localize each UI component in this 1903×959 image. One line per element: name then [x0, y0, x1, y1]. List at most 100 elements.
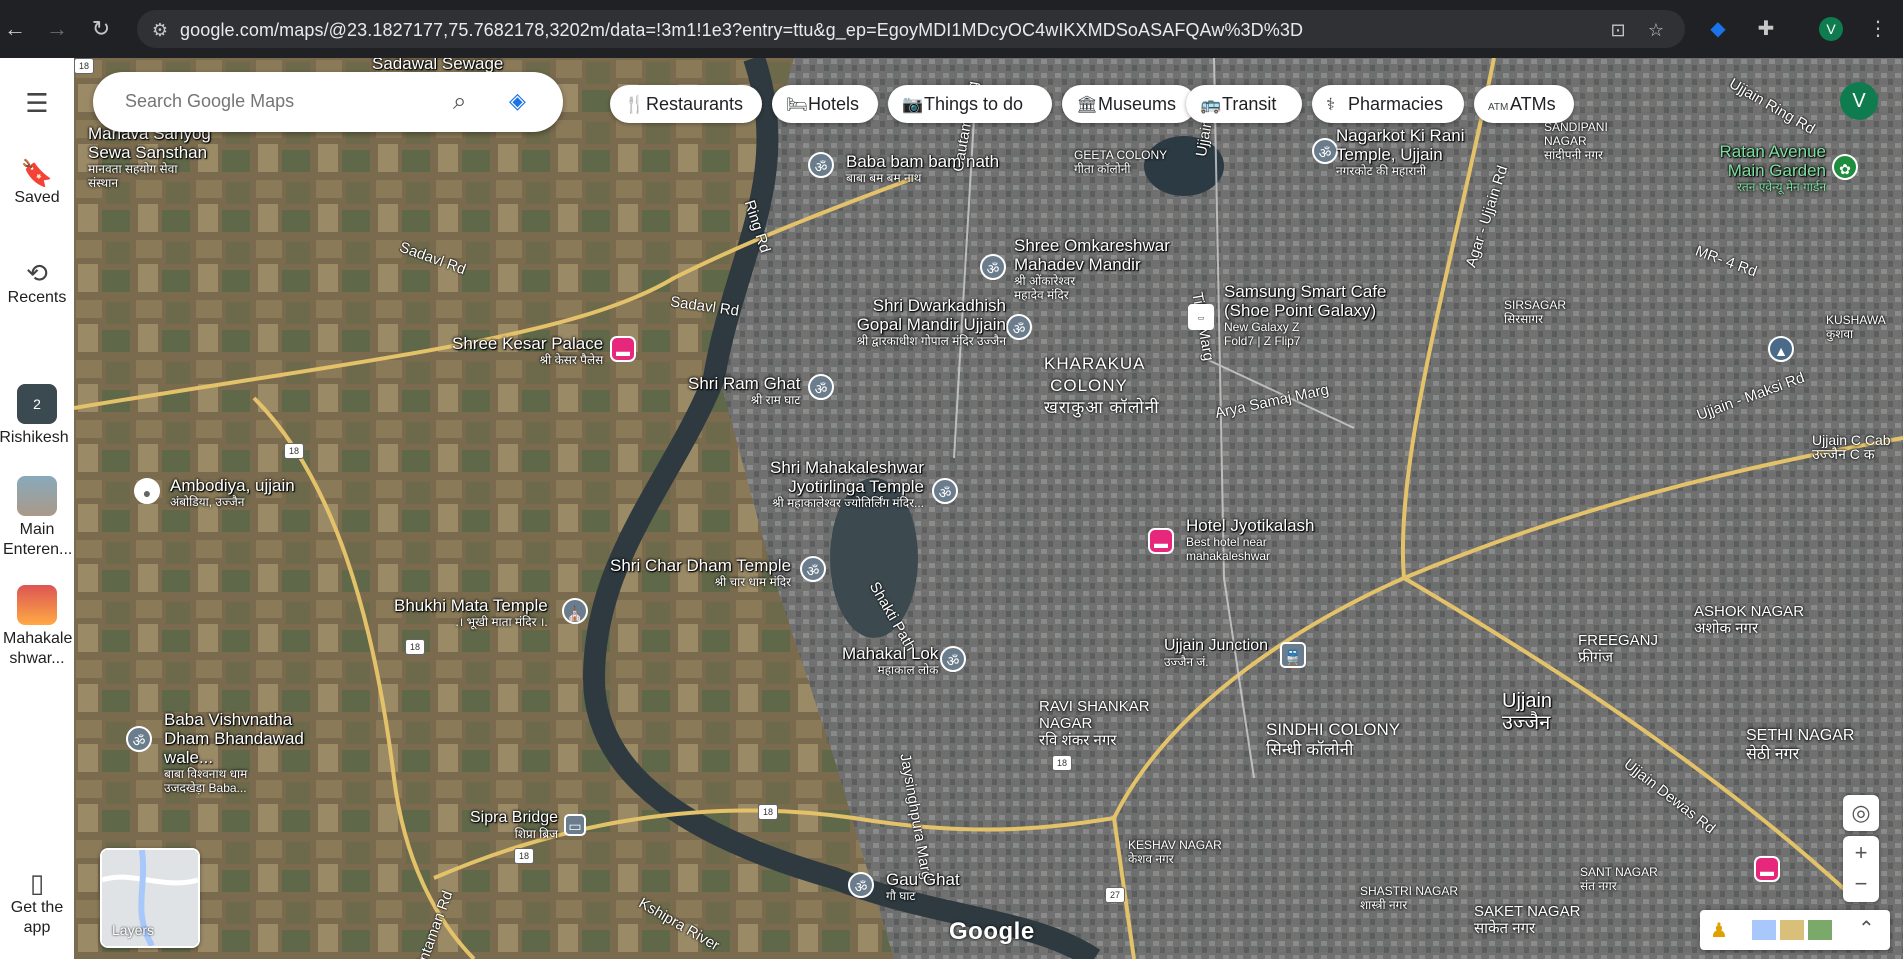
temple-pin-icon[interactable]: ॐ	[932, 478, 958, 504]
temple-pin-icon[interactable]: ॐ	[980, 254, 1006, 280]
city-label-ujjain: Ujjain उज्जैन	[1502, 690, 1553, 734]
area-label: RAVI SHANKAR NAGAR रवि शंकर नगर	[1039, 698, 1150, 749]
browser-profile-avatar[interactable]: V	[1819, 17, 1843, 41]
route-shield: 27	[1105, 887, 1125, 903]
hotel-pin-icon[interactable]: ▬	[1754, 856, 1780, 882]
google-logo: Google	[949, 918, 1035, 945]
recent-thumb	[17, 585, 57, 625]
place-label[interactable]: Sadawal Sewage	[372, 58, 503, 73]
camera-icon: 📷	[902, 95, 924, 114]
directions-icon[interactable]: ◈	[509, 88, 537, 116]
train-pin-icon[interactable]: 🚆	[1280, 642, 1306, 668]
phone-icon: ▯	[29, 868, 45, 898]
bookmark-star-icon[interactable]: ☆	[1645, 19, 1667, 41]
place-label[interactable]: Samsung Smart Cafe (Shoe Point Galaxy) Ne…	[1224, 282, 1404, 348]
chip-museums[interactable]: 🏛Museums	[1062, 85, 1196, 123]
store-pin-icon[interactable]: ▭	[1188, 304, 1214, 330]
bridge-pin-icon[interactable]: ▭	[564, 814, 586, 836]
atm-icon: ATM	[1488, 102, 1509, 113]
search-input[interactable]	[123, 90, 427, 113]
place-label[interactable]: Manava Sahyog Sewa Sansthan मानवता सहयोग …	[88, 124, 238, 190]
place-label[interactable]: Ratan Avenue Main Garden रतन एवेन्यू मेन …	[1706, 142, 1827, 194]
place-label[interactable]: Ambodiya, ujjain अंबोडिया, उज्जैन	[170, 476, 295, 509]
hotel-pin-icon[interactable]: ▬	[610, 336, 636, 362]
temple-pin-icon[interactable]: ॐ	[808, 152, 834, 178]
temple-pin-icon[interactable]: ॐ	[1006, 314, 1032, 340]
place-label[interactable]: Shri Mahakaleshwar Jyotirlinga Temple श्र…	[744, 458, 924, 510]
install-app-icon[interactable]: ⊡	[1607, 19, 1629, 41]
left-rail: ☰ 🔖 Saved ⟲ Recents 2 Rishikesh Main Ent…	[0, 58, 74, 959]
place-label[interactable]: Bhukhi Mata Temple .। भूखी माता मंदिर ।.	[394, 596, 548, 629]
place-label[interactable]: Nagarkot Ki Rani Temple, Ujjain नगरकोट की…	[1336, 126, 1486, 178]
more-menu-icon[interactable]: ⋮	[1864, 15, 1892, 43]
site-settings-icon[interactable]: ⚙	[149, 19, 171, 41]
extensions-puzzle-icon[interactable]: ✚	[1752, 15, 1780, 43]
recent-item-rishikesh[interactable]: 2 Rishikesh	[0, 384, 74, 448]
chip-pharmacies[interactable]: ⚕ Pharmacies	[1312, 85, 1464, 123]
back-arrow-icon[interactable]: ←	[0, 14, 30, 44]
place-label[interactable]: Baba Vishvnatha Dham Bhandawad wale... बा…	[164, 710, 334, 795]
place-label[interactable]: Baba bam bam nath बाबा बम बम नाथ	[846, 152, 999, 185]
place-label[interactable]: Gau Ghat गौ घाट	[886, 870, 960, 903]
temple-pin-icon[interactable]: ॐ	[1312, 138, 1338, 164]
chip-hotels[interactable]: 🛏Hotels	[772, 85, 878, 123]
area-label: SAKET NAGAR साकेत नगर	[1474, 903, 1581, 937]
temple-pin-icon[interactable]: ॐ	[940, 646, 966, 672]
place-label[interactable]: Shri Ram Ghat श्री राम घाट	[688, 374, 800, 407]
layers-button[interactable]: Layers	[100, 848, 200, 948]
place-label[interactable]: Hotel Jyotikalash Best hotel near mahakal…	[1186, 516, 1315, 563]
area-label: SINDHI COLONY सिन्धी कॉलोनी	[1266, 720, 1401, 759]
hotel-pin-icon[interactable]: ▬	[1148, 528, 1174, 554]
temple-pin-icon[interactable]: ॐ	[800, 556, 826, 582]
satellite-thumb[interactable]	[1808, 920, 1832, 940]
pharmacy-icon: ⚕	[1326, 95, 1336, 114]
address-bar[interactable]: ⚙ google.com/maps/@23.1827177,75.7682178…	[137, 10, 1685, 48]
museum-icon: 🏛	[1076, 95, 1098, 114]
place-label[interactable]: Shri Dwarkadhish Gopal Mandir Ujjain श्री…	[856, 296, 1006, 348]
my-location-icon[interactable]: ◎	[1843, 795, 1879, 831]
temple-pin-icon[interactable]: ॐ	[808, 374, 834, 400]
menu-icon[interactable]: ☰	[0, 88, 74, 118]
area-label: ASHOK NAGAR अशोक नगर	[1694, 603, 1805, 637]
satellite-map[interactable]: KHARAKUA COLONY खराकुआ कॉलोनी GEETA COLO…	[74, 58, 1903, 959]
area-label: Ujjain C Cab उज्जैन C क	[1812, 432, 1891, 462]
reload-icon[interactable]: ↻	[86, 14, 116, 44]
chip-things-to-do[interactable]: 📷Things to do	[888, 85, 1052, 123]
pegman-icon[interactable]: ♟	[1710, 918, 1728, 943]
recents-button[interactable]: ⟲ Recents	[0, 258, 74, 308]
area-label: SHASTRI NAGAR शास्त्री नगर	[1360, 884, 1459, 912]
location-pin-icon[interactable]: ●	[134, 478, 160, 504]
recent-item-main-enterence[interactable]: Main Enteren...	[0, 476, 74, 560]
place-label[interactable]: Ujjain Junction उज्जैन जं.	[1164, 636, 1268, 669]
search-icon[interactable]: ⌕	[453, 88, 466, 116]
place-label[interactable]: Shree Omkareshwar Mahadev Mandir श्री ओंक…	[1014, 236, 1189, 302]
chip-transit[interactable]: 🚌Transit	[1186, 85, 1302, 123]
forward-arrow-icon[interactable]: →	[42, 14, 72, 44]
fork-knife-icon: 🍴	[624, 95, 646, 114]
recent-item-mahakaleshwar[interactable]: Mahakale shwar...	[0, 585, 74, 669]
park-pin-icon[interactable]: ✿	[1832, 154, 1858, 180]
temple-pin-icon[interactable]: ⛪	[562, 598, 588, 624]
chip-restaurants[interactable]: 🍴Restaurants	[610, 85, 762, 123]
extension-icon[interactable]: ◆	[1704, 15, 1732, 43]
expand-up-icon[interactable]: ⌃	[1858, 916, 1875, 941]
school-pin-icon[interactable]: ▲	[1768, 336, 1794, 362]
zoom-in-button[interactable]: +	[1843, 836, 1879, 869]
terrain-thumb[interactable]	[1780, 920, 1804, 940]
get-app-button[interactable]: ▯ Get the app	[0, 868, 74, 938]
globe-view-thumb[interactable]	[1752, 920, 1776, 940]
area-label: SETHI NAGAR सेठी नगर	[1746, 727, 1855, 763]
account-avatar[interactable]: V	[1840, 82, 1878, 120]
map-imagery	[74, 58, 1903, 959]
temple-pin-icon[interactable]: ॐ	[848, 872, 874, 898]
chip-atms[interactable]: ATMATMs	[1474, 85, 1574, 123]
place-label[interactable]: Sipra Bridge शिप्रा ब्रिज	[470, 808, 558, 841]
saved-button[interactable]: 🔖 Saved	[0, 158, 74, 208]
place-label[interactable]: Shri Char Dham Temple श्री चार धाम मंदिर	[610, 556, 791, 589]
temple-pin-icon[interactable]: ॐ	[126, 726, 152, 752]
place-label[interactable]: Shree Kesar Palace श्री केसर पैलेस	[452, 334, 603, 367]
zoom-out-button[interactable]: −	[1843, 869, 1879, 902]
place-label[interactable]: Mahakal Lok महाकाल लोक	[842, 644, 938, 677]
imagery-strip[interactable]: ♟ ⌃	[1700, 910, 1890, 950]
bookmark-icon: 🔖	[20, 158, 54, 188]
